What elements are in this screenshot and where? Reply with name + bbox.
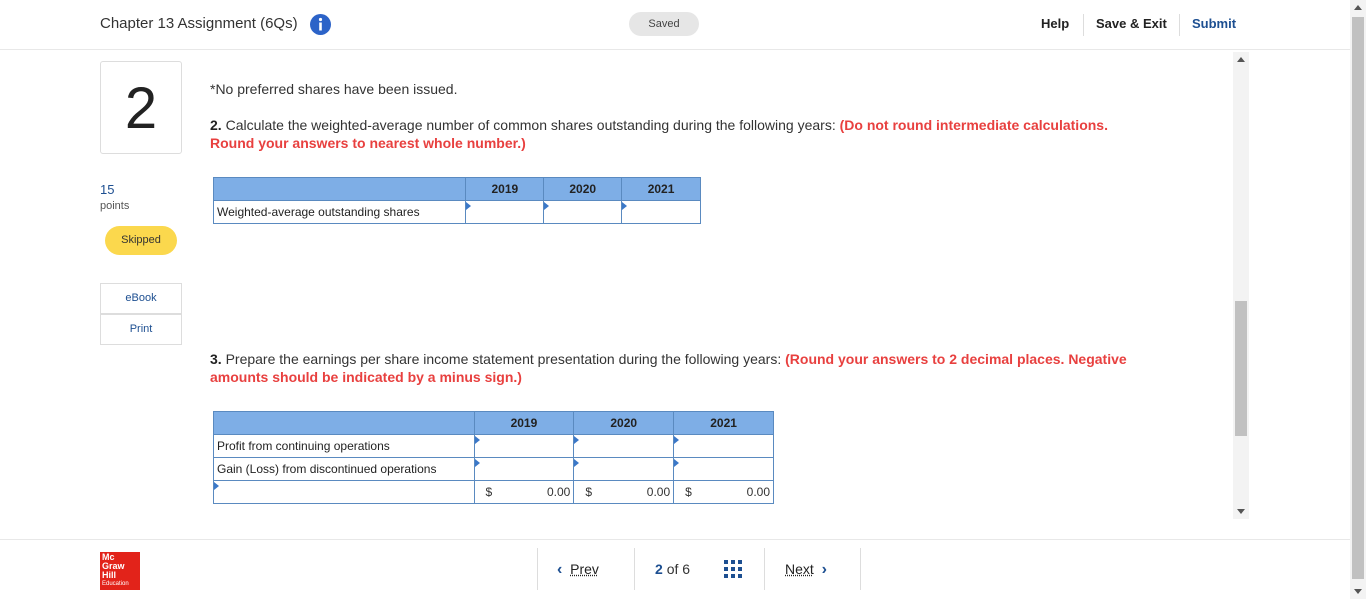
currency-symbol: $ bbox=[685, 485, 692, 499]
chevron-right-icon: › bbox=[821, 561, 827, 578]
submit-button[interactable]: Submit bbox=[1192, 16, 1236, 31]
of-label: of bbox=[666, 561, 679, 577]
ebook-button[interactable]: eBook bbox=[100, 283, 182, 314]
eps-table: 2019 2020 2021 Profit from continuing op… bbox=[213, 411, 774, 504]
gain-input-2019[interactable] bbox=[473, 457, 575, 481]
shares-input-2021[interactable] bbox=[621, 200, 701, 224]
total-value-2021: 0.00 bbox=[746, 485, 770, 499]
gain-loss-label: Gain (Loss) from discontinued operations bbox=[213, 457, 475, 481]
prev-button[interactable]: ‹ Prev bbox=[557, 561, 599, 579]
shares-header-2019: 2019 bbox=[465, 177, 545, 201]
points-label: points bbox=[100, 200, 130, 212]
total-label-input[interactable] bbox=[213, 480, 475, 504]
skipped-badge: Skipped bbox=[105, 226, 177, 255]
eps-table-corner bbox=[213, 411, 475, 435]
page-scroll-up-icon[interactable] bbox=[1354, 5, 1362, 10]
currency-symbol: $ bbox=[585, 485, 593, 499]
points-value: 15 bbox=[100, 182, 115, 197]
footer-divider bbox=[537, 548, 538, 590]
gain-input-2020[interactable] bbox=[573, 457, 675, 481]
content-scrollbar[interactable] bbox=[1233, 52, 1249, 519]
logo-line: Hill bbox=[102, 570, 117, 580]
eps-header-2020: 2020 bbox=[573, 411, 675, 435]
logo-line: Education bbox=[102, 581, 129, 587]
footer-divider bbox=[634, 548, 635, 590]
question-note: *No preferred shares have been issued. bbox=[210, 81, 458, 97]
page-counter: 2 of 6 bbox=[655, 561, 690, 577]
part3-text: Prepare the earnings per share income st… bbox=[225, 351, 782, 367]
part2-number: 2. bbox=[210, 117, 222, 133]
shares-table: 2019 2020 2021 Weighted-average outstand… bbox=[212, 177, 701, 224]
question-number: 2 bbox=[100, 61, 182, 154]
eps-header-2019: 2019 bbox=[473, 411, 575, 435]
shares-input-2019[interactable] bbox=[465, 200, 545, 224]
help-link[interactable]: Help bbox=[1041, 16, 1069, 31]
total-value-2020: 0.00 bbox=[646, 485, 671, 499]
page-scroll-thumb[interactable] bbox=[1352, 17, 1364, 579]
profit-input-2021[interactable] bbox=[673, 434, 774, 458]
mcgraw-hill-logo: Mc Graw Hill Education bbox=[100, 552, 140, 590]
gain-input-2021[interactable] bbox=[673, 457, 774, 481]
profit-input-2020[interactable] bbox=[573, 434, 675, 458]
page-scroll-down-icon[interactable] bbox=[1354, 589, 1362, 594]
saved-status-badge: Saved bbox=[629, 12, 699, 36]
total-2019: $0.00 bbox=[473, 480, 575, 504]
assignment-page: Chapter 13 Assignment (6Qs) Saved Help S… bbox=[0, 0, 1366, 599]
current-page: 2 bbox=[655, 561, 663, 577]
profit-input-2019[interactable] bbox=[473, 434, 575, 458]
footer-divider bbox=[764, 548, 765, 590]
prev-label: Prev bbox=[570, 561, 599, 577]
shares-table-corner bbox=[212, 177, 467, 201]
content-scroll-thumb[interactable] bbox=[1235, 301, 1247, 436]
total-2021: $0.00 bbox=[673, 480, 774, 504]
page-scrollbar[interactable] bbox=[1350, 0, 1366, 599]
part2-prompt: 2. Calculate the weighted-average number… bbox=[210, 116, 1150, 152]
header-divider bbox=[1083, 14, 1084, 36]
shares-input-2020[interactable] bbox=[543, 200, 623, 224]
part2-text: Calculate the weighted-average number of… bbox=[225, 117, 836, 133]
shares-header-2020: 2020 bbox=[543, 177, 623, 201]
total-pages: 6 bbox=[682, 561, 691, 577]
part3-number: 3. bbox=[210, 351, 222, 367]
part3-prompt: 3. Prepare the earnings per share income… bbox=[210, 350, 1150, 386]
profit-continuing-label: Profit from continuing operations bbox=[213, 434, 475, 458]
currency-symbol: $ bbox=[485, 485, 493, 499]
scroll-down-icon[interactable] bbox=[1237, 509, 1245, 514]
header-divider bbox=[1179, 14, 1180, 36]
weighted-average-label: Weighted-average outstanding shares bbox=[212, 200, 467, 224]
total-value-2019: 0.00 bbox=[546, 485, 571, 499]
save-exit-button[interactable]: Save & Exit bbox=[1096, 16, 1167, 31]
assignment-title: Chapter 13 Assignment (6Qs) bbox=[100, 15, 298, 32]
shares-header-2021: 2021 bbox=[621, 177, 701, 201]
question-grid-icon[interactable] bbox=[724, 560, 742, 578]
eps-header-2021: 2021 bbox=[673, 411, 774, 435]
footer-nav: Mc Graw Hill Education ‹ Prev 2 of 6 Nex… bbox=[0, 539, 1350, 599]
total-2020: $0.00 bbox=[573, 480, 675, 504]
footer-divider bbox=[860, 548, 861, 590]
info-icon[interactable] bbox=[310, 14, 331, 35]
next-label: Next bbox=[785, 561, 814, 577]
header-bar: Chapter 13 Assignment (6Qs) Saved Help S… bbox=[0, 0, 1350, 50]
next-button[interactable]: Next › bbox=[785, 561, 827, 579]
scroll-up-icon[interactable] bbox=[1237, 57, 1245, 62]
print-button[interactable]: Print bbox=[100, 314, 182, 345]
chevron-left-icon: ‹ bbox=[557, 561, 563, 578]
